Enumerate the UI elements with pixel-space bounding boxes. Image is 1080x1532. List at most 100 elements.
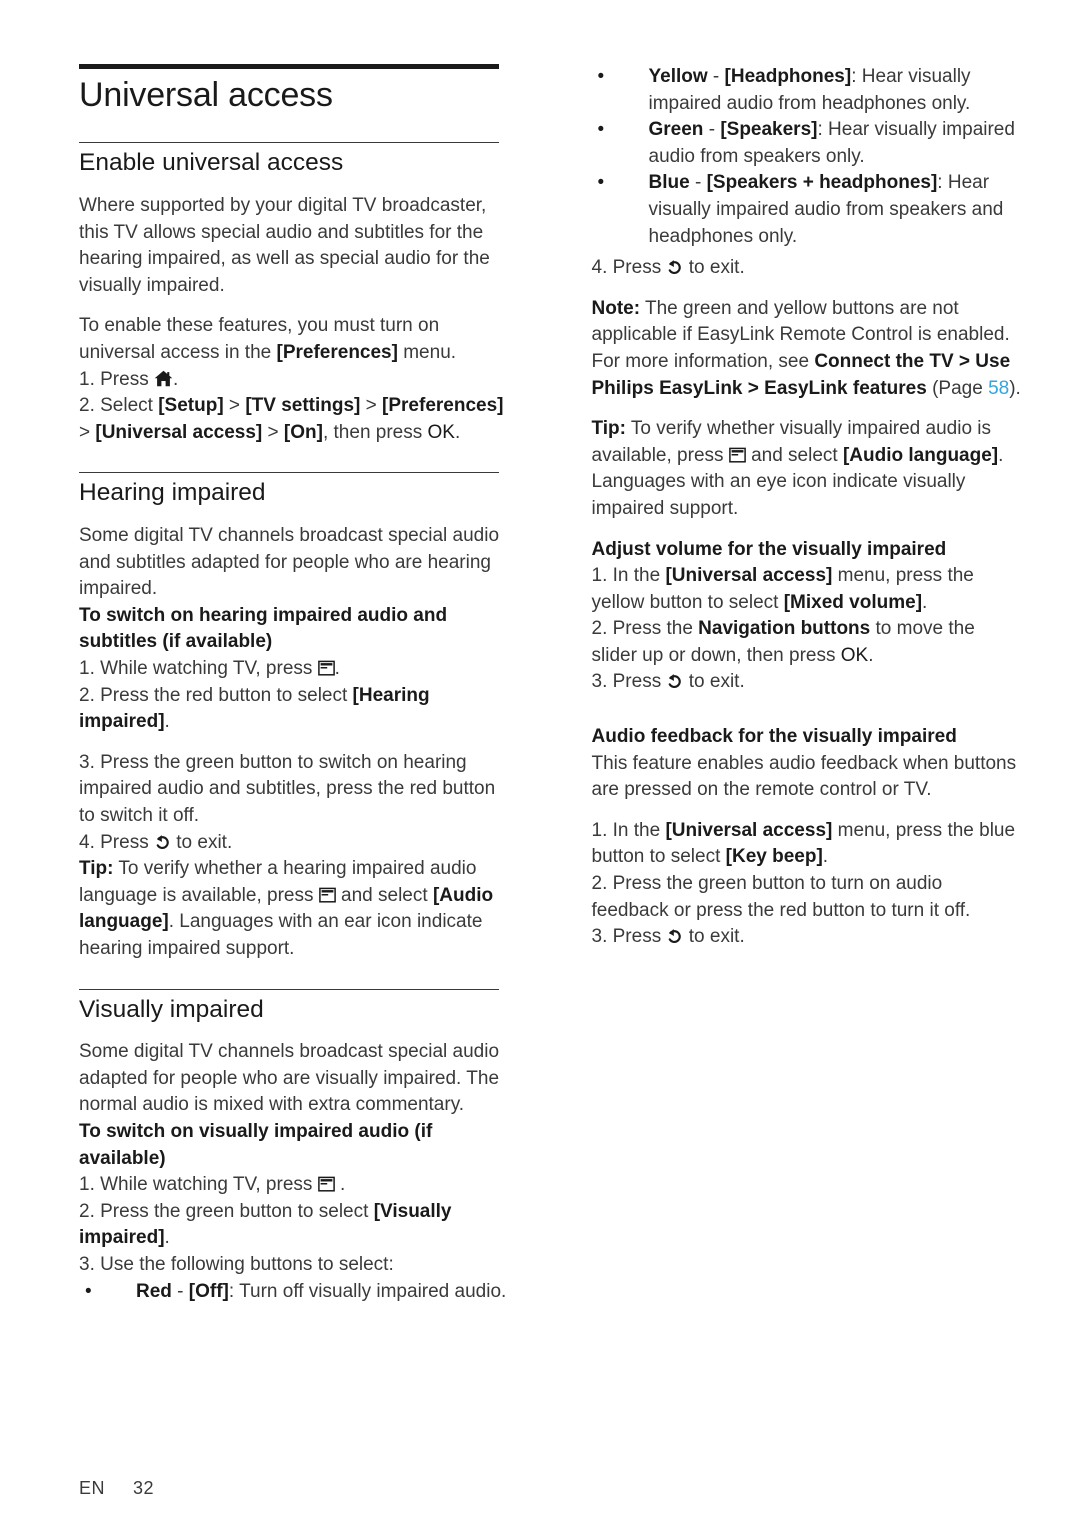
options-icon <box>317 660 335 676</box>
text-run: > <box>79 421 96 443</box>
text-run: 1. In the <box>591 565 666 587</box>
text-run: to exit. <box>170 831 233 853</box>
text-run: . <box>172 368 179 390</box>
bullet-dot-icon: • <box>597 66 605 87</box>
step-volume-1: 1. In the [Universal access] menu, press… <box>592 563 1022 616</box>
text-run: 1. While watching TV, press <box>79 1174 318 1196</box>
bullet-list-visually-impaired-buttons: • Red - [Off]: Turn off visually impaire… <box>79 1279 509 1306</box>
text-run: . <box>334 658 340 680</box>
text-run: . <box>868 644 874 666</box>
text-run: > <box>262 421 284 443</box>
paragraph-audio-feedback-intro: This feature enables audio feedback when… <box>591 752 1017 801</box>
text-run: 3. Press <box>591 926 667 948</box>
subheading-switch-on-visually-impaired: To switch on visually impaired audio (if… <box>79 1120 433 1169</box>
right-column: • Yellow - [Headphones]: Hear visually i… <box>592 64 1022 1305</box>
tip-label: Tip: <box>591 418 626 440</box>
text-run: ). <box>1009 377 1021 399</box>
text-run: 2. Press the red button to select <box>79 684 353 706</box>
section-rule-hearing-impaired <box>79 472 499 474</box>
step-feedback-1: 1. In the [Universal access] menu, press… <box>592 818 1022 871</box>
two-column-layout: Universal access Enable universal access… <box>79 64 1021 1305</box>
menu-token-preferences: [Preferences] <box>382 395 504 417</box>
text-run: . <box>164 711 170 733</box>
key-ok: OK <box>427 421 455 443</box>
text-run: , then press <box>322 421 428 443</box>
text-run: and select <box>745 444 843 466</box>
text-run: . <box>922 591 928 613</box>
text-run: to exit. <box>683 257 745 279</box>
subheading-audio-feedback: Audio feedback for the visually impaired <box>591 726 957 748</box>
menu-token: [Headphones] <box>724 66 852 87</box>
text-run: . <box>454 421 461 443</box>
menu-token-tv-settings: [TV settings] <box>245 395 361 417</box>
menu-token-setup: [Setup] <box>158 395 224 417</box>
key-ok: OK <box>840 644 869 666</box>
menu-token: [Speakers + headphones] <box>706 172 938 194</box>
step-visually-press-options: 1. While watching TV, press . <box>79 1172 509 1199</box>
button-color-label: Red <box>136 1280 172 1302</box>
step-hearing-green-button: 3. Press the green button to switch on h… <box>79 751 496 826</box>
text-run: (Page <box>926 377 989 399</box>
list-item: • Blue - [Speakers + headphones]: Hear v… <box>592 170 1022 250</box>
button-color-label: Green <box>648 119 704 141</box>
paragraph-enable-intro: Where supported by your digital TV broad… <box>79 195 490 296</box>
section-rule-enable-universal-access <box>79 142 499 144</box>
button-color-label: Yellow <box>648 66 708 87</box>
text-run: . <box>334 1174 346 1196</box>
back-icon <box>666 928 683 944</box>
menu-token-universal-access: [Universal access] <box>665 819 833 841</box>
step-volume-3: 3. Press to exit. <box>592 669 1022 696</box>
bullet-dot-icon: • <box>597 172 605 194</box>
step-visually-use-buttons: 3. Use the following buttons to select: <box>79 1253 394 1275</box>
text-run: - <box>707 66 725 87</box>
back-icon <box>666 673 683 689</box>
left-column: Universal access Enable universal access… <box>79 64 509 1305</box>
page-title: Universal access <box>79 76 333 114</box>
text-run: : Turn off visually impaired audio. <box>228 1280 507 1302</box>
menu-token: [Speakers] <box>720 119 818 141</box>
note-easylink: Note: The green and yellow buttons are n… <box>592 296 1022 402</box>
page-footer: EN 32 <box>79 1478 154 1499</box>
text-run: 2. Press the <box>591 618 699 640</box>
document-page: Universal access Enable universal access… <box>0 0 1080 1532</box>
title-rule-top <box>79 64 499 69</box>
options-icon <box>318 887 336 903</box>
button-color-label: Blue <box>648 172 690 194</box>
text-run: and select <box>335 884 433 906</box>
paragraph-hearing-intro: Some digital TV channels broadcast speci… <box>79 525 500 600</box>
text-run: menu. <box>397 342 457 364</box>
section-heading-hearing-impaired: Hearing impaired <box>79 479 266 507</box>
menu-token-audio-language: [Audio language] <box>842 444 999 466</box>
options-icon <box>317 1176 335 1192</box>
text-run: 3. Press <box>591 671 667 693</box>
text-run: . <box>164 1227 170 1249</box>
step-visually-exit: 4. Press to exit. <box>592 255 1022 282</box>
menu-token-universal-access: [Universal access] <box>95 421 263 443</box>
subheading-switch-on-hearing-impaired: To switch on hearing impaired audio and … <box>79 604 448 653</box>
tip-label: Tip: <box>79 858 114 880</box>
section-rule-visually-impaired <box>79 988 499 990</box>
step-hearing-press-options: 1. While watching TV, press . <box>79 656 509 683</box>
text-run: 2. Select <box>79 395 159 417</box>
section-heading-visually-impaired: Visually impaired <box>79 995 264 1023</box>
text-run: - <box>171 1280 189 1302</box>
menu-token-key-beep: [Key beep] <box>725 846 823 868</box>
tip-visually: Tip: To verify whether visually impaired… <box>592 416 1022 522</box>
text-run: - <box>689 172 707 194</box>
text-run: 1. While watching TV, press <box>79 658 318 680</box>
step-feedback-3: 3. Press to exit. <box>592 924 1022 951</box>
text-run: > <box>360 395 383 417</box>
text-run: 2. Press the green button to select <box>79 1200 374 1222</box>
menu-token-on: [On] <box>283 421 323 443</box>
text-run: to exit. <box>683 671 745 693</box>
step-hearing-exit: 4. Press to exit. <box>79 830 509 857</box>
step-feedback-2: 2. Press the green button to turn on aud… <box>591 873 971 921</box>
menu-token-preferences: [Preferences] <box>276 342 398 364</box>
step-visually-green-button: 2. Press the green button to select [Vis… <box>79 1199 509 1252</box>
key-navigation-buttons: Navigation buttons <box>698 618 871 640</box>
back-icon <box>154 834 171 850</box>
list-item: • Red - [Off]: Turn off visually impaire… <box>79 1279 509 1306</box>
step-press-home: 1. Press . <box>79 367 509 394</box>
page-reference-link[interactable]: 58 <box>988 378 1009 399</box>
